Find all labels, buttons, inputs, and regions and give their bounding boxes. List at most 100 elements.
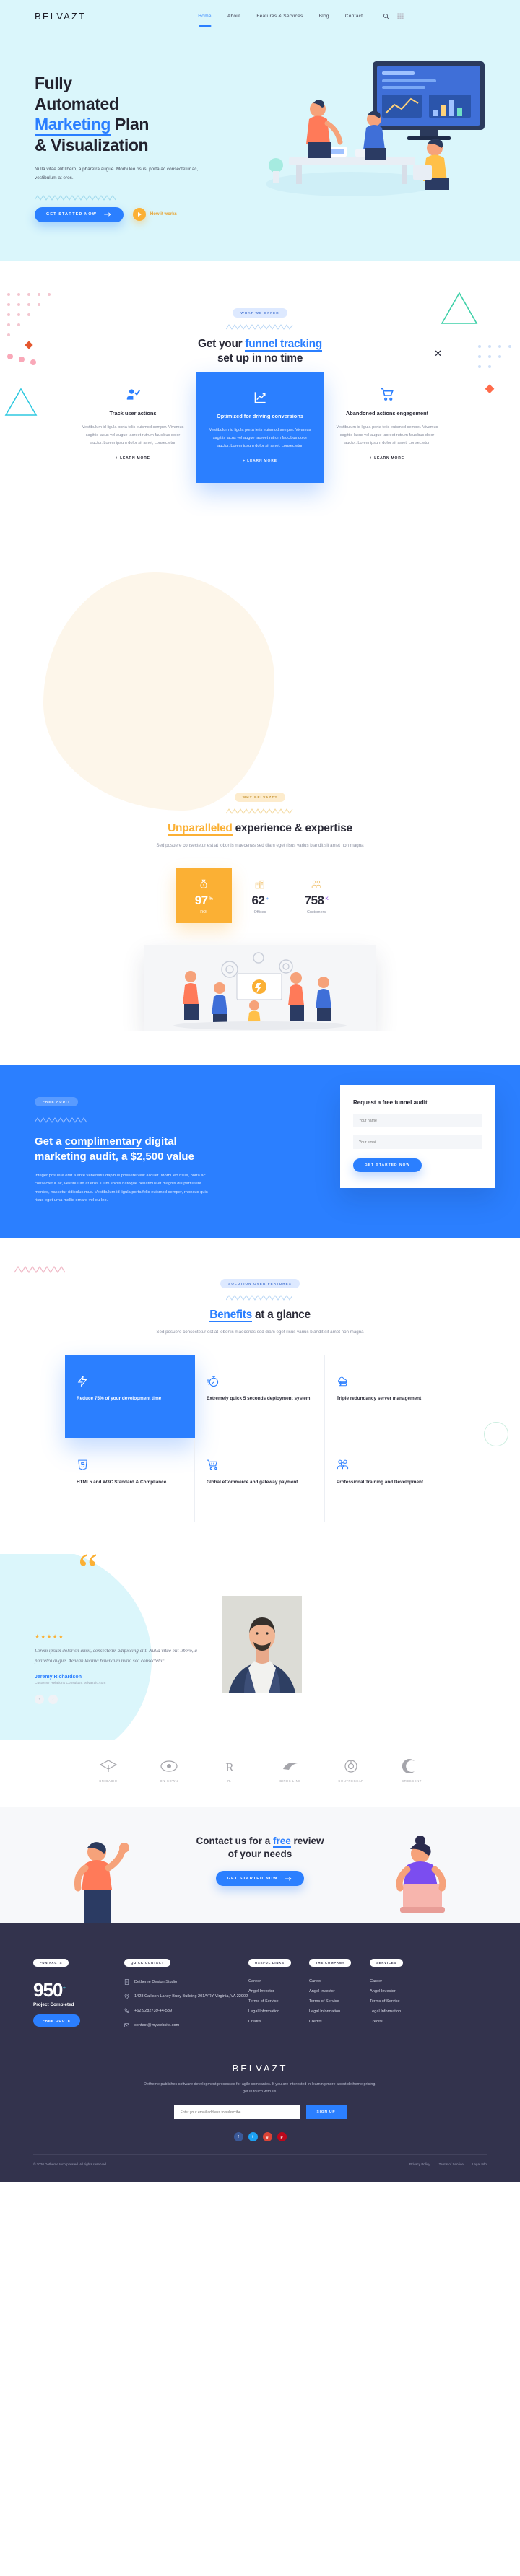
testimonial-prev-button[interactable]: ‹ — [35, 1694, 44, 1704]
audit-form-heading: Request a free funnel audit — [353, 1099, 428, 1106]
benefit-cell[interactable]: Professional Training and Development — [325, 1438, 455, 1522]
offer-card-title: Optimized for driving conversions — [217, 413, 303, 420]
cta-title-highlight: free — [272, 1835, 291, 1848]
pinterest-icon[interactable]: p — [277, 2132, 287, 2142]
footer-link[interactable]: Terms of Service — [370, 1999, 430, 2004]
offer-title: Get your funnel tracking set up in no ti… — [0, 337, 520, 366]
footer-link[interactable]: Legal Information — [370, 2009, 430, 2014]
benefit-cell[interactable]: Reduce 75% of your development time — [65, 1355, 195, 1439]
expertise-heading: WHY BELVAZT? Unparalleled experience & e… — [0, 789, 520, 850]
google-plus-icon[interactable]: g — [262, 2132, 272, 2142]
expertise-title-plain: experience & expertise — [232, 822, 353, 835]
benefit-cell[interactable]: HTML5 and W3C Standard & Compliance — [65, 1438, 195, 1523]
footer-link[interactable]: Legal Information — [248, 2009, 309, 2014]
chart-line-icon — [208, 388, 312, 406]
offer-card-featured[interactable]: Optimized for driving conversions Vestib… — [196, 372, 324, 484]
benefits-heading: SOLUTION OVER FEATURES Benefits at a gla… — [0, 1275, 520, 1336]
nav-item-home[interactable]: Home — [198, 14, 212, 19]
footer-link[interactable]: Credits — [248, 2020, 309, 2024]
nav-item-blog[interactable]: Blog — [319, 14, 329, 19]
privacy-policy-link[interactable]: Privacy Policy — [410, 2162, 430, 2166]
footer-tagline: Detheme publishes software development p… — [144, 2082, 376, 2094]
hero-title-highlight: Marketing — [35, 115, 110, 136]
get-started-button[interactable]: GET STARTED NOW — [35, 206, 124, 222]
stat-label: Customers — [306, 910, 326, 915]
learn-more-link[interactable]: + LEARN MORE — [243, 459, 277, 463]
learn-more-link[interactable]: + LEARN MORE — [370, 456, 404, 460]
testimonial-next-button[interactable]: › — [48, 1694, 58, 1704]
facebook-icon[interactable]: f — [233, 2132, 243, 2142]
subscribe-button[interactable]: SIGN UP — [306, 2105, 347, 2120]
footer-contact-list: Detheme Design Studio 1428 Callison Lane… — [124, 1979, 248, 2031]
footer-link[interactable]: Credits — [370, 2020, 430, 2024]
dots-decoration-right — [474, 341, 517, 409]
benefits-subtitle: Sed posuere consectetur est at lobortis … — [156, 1330, 364, 1335]
mail-icon — [124, 2022, 130, 2031]
client-logo: R R. — [209, 1759, 251, 1783]
footer-link[interactable]: Credits — [309, 2020, 370, 2024]
social-links: f t g p — [33, 2132, 487, 2142]
testimonial-photo — [222, 1596, 302, 1694]
offer-card[interactable]: Abandoned actions engagement Vestibulum … — [324, 385, 451, 463]
copyright-text: © 2020 Detheme Incorporated. All rights … — [33, 2162, 108, 2167]
footer-link[interactable]: Career — [370, 1979, 430, 1983]
useful-links-list: Career Angel Investor Terms of Service L… — [248, 1979, 309, 2024]
rating-stars: ★★★★★ — [35, 1633, 64, 1641]
site-header: BELVAZT Home About Features & Services B… — [0, 0, 520, 32]
footer-link[interactable]: Angel Investor — [370, 1989, 430, 1994]
audit-submit-label: GET STARTED NOW — [365, 1163, 411, 1168]
user-check-icon — [79, 385, 186, 403]
footer-link[interactable]: Terms of Service — [248, 1999, 309, 2004]
benefit-cell[interactable]: Extremely quick 5 seconds deployment sys… — [195, 1355, 325, 1439]
footer-link[interactable]: Angel Investor — [309, 1989, 370, 1994]
contact-row: 1428 Callison Laney Buoy Building 201/VR… — [124, 1994, 248, 2002]
expertise-stats: $ 97% ROI 62 + Offices 758 K Customers — [0, 868, 520, 924]
how-it-works-button[interactable]: How it works — [132, 208, 177, 222]
audit-section: FREE AUDIT Get a complimentary digital m… — [0, 1065, 520, 1239]
audit-submit-button[interactable]: GET STARTED NOW — [353, 1158, 422, 1173]
footer-link[interactable]: Career — [248, 1979, 309, 1983]
twitter-icon[interactable]: t — [248, 2132, 258, 2142]
client-logo: ON-COWN — [148, 1759, 190, 1783]
grid-menu-icon[interactable] — [397, 13, 404, 19]
client-logo: BIRDS LINE — [269, 1759, 311, 1783]
site-logo[interactable]: BELVAZT — [35, 11, 86, 22]
footer-pill-the-company: THE COMPANY — [309, 1958, 352, 1967]
contact-text: contact@mywebsite.com — [134, 2022, 180, 2027]
benefit-cell[interactable]: Global eCommerce and gateway payment — [195, 1438, 325, 1523]
free-quote-button[interactable]: FREE QUOTE — [33, 2014, 80, 2027]
nav-item-features-services[interactable]: Features & Services — [256, 14, 303, 19]
cta-get-started-button[interactable]: GET STARTED NOW — [215, 1871, 305, 1887]
audit-paragraph: Integer posuere erat a ante venenatis da… — [35, 1173, 208, 1202]
learn-more-link[interactable]: + LEARN MORE — [116, 456, 150, 460]
benefits-title-plain: at a glance — [251, 1309, 311, 1322]
stat-label: ROI — [200, 910, 207, 915]
audit-title-highlight: complimentary — [64, 1135, 142, 1150]
terms-of-service-link[interactable]: Terms of Service — [439, 2162, 464, 2166]
nav-item-about[interactable]: About — [228, 14, 241, 19]
footer-link[interactable]: Terms of Service — [309, 1999, 370, 2004]
email-input[interactable] — [353, 1135, 482, 1150]
footer-pill-funfacts: FUN FACTS — [33, 1958, 69, 1967]
subscribe-email-input[interactable] — [173, 2105, 300, 2120]
footer-bottom-bar: © 2020 Detheme Incorporated. All rights … — [33, 2154, 487, 2166]
stat-number: 758 — [304, 894, 324, 908]
search-icon[interactable] — [383, 13, 389, 19]
benefit-title: Reduce 75% of your development time — [77, 1396, 162, 1402]
offer-card[interactable]: Track user actions Vestibulum id ligula … — [69, 385, 196, 463]
benefit-cell[interactable]: Triple redundancy server management — [325, 1355, 455, 1439]
stat-customers: 758 K Customers — [288, 868, 344, 923]
legal-info-link[interactable]: Legal Info — [472, 2162, 487, 2166]
footer-link[interactable]: Career — [309, 1979, 370, 1983]
svg-text:R: R — [225, 1760, 234, 1773]
contact-row: Detheme Design Studio — [124, 1979, 248, 1988]
name-input[interactable] — [353, 1114, 482, 1128]
testimonial-author: Jeremy Richardson — [35, 1674, 82, 1680]
footer-link[interactable]: Legal Information — [309, 2009, 370, 2014]
benefit-title: Professional Training and Development — [337, 1480, 424, 1485]
footer-link[interactable]: Angel Investor — [248, 1989, 309, 1994]
nav-item-contact[interactable]: Contact — [345, 14, 363, 19]
zigzag-decoration — [34, 191, 251, 201]
benefits-title-highlight: Benefits — [209, 1309, 252, 1323]
stopwatch-icon — [207, 1375, 219, 1391]
